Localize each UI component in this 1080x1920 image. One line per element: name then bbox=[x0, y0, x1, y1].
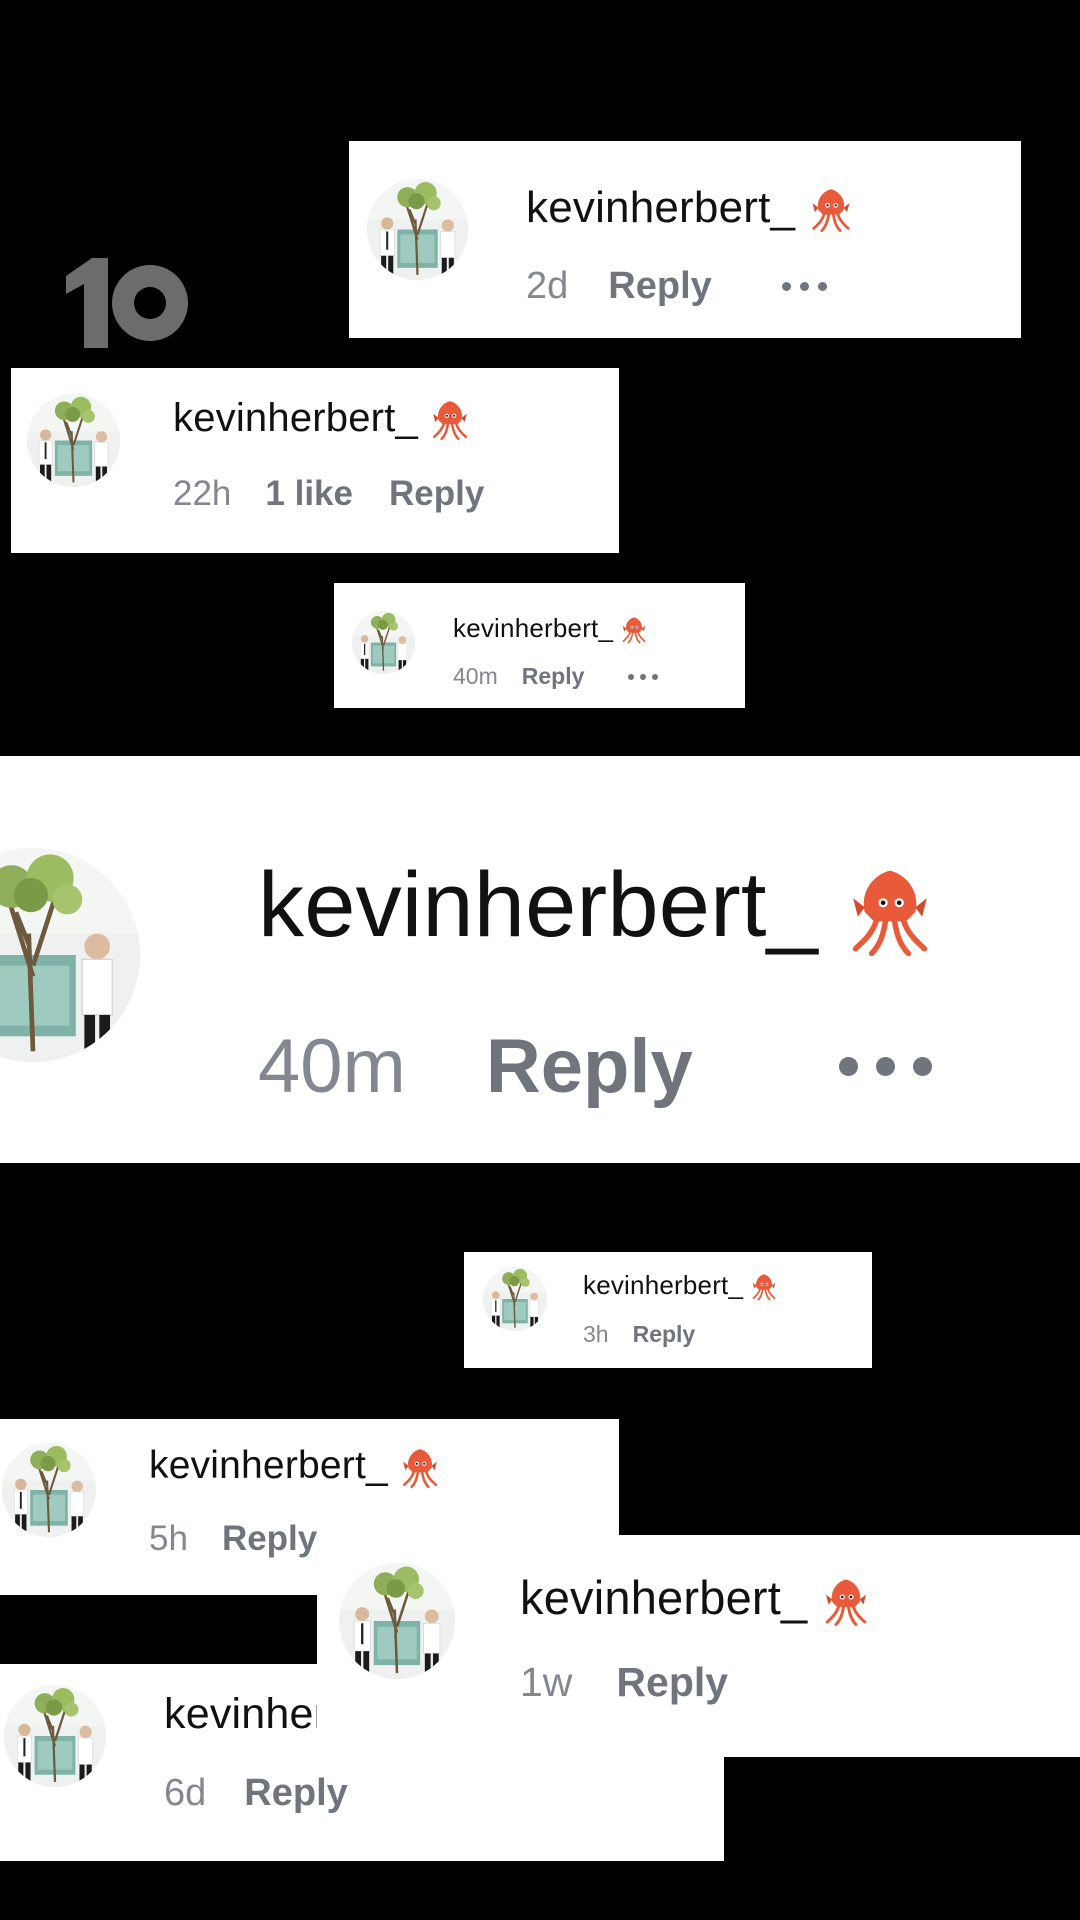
timestamp: 3h bbox=[583, 1321, 609, 1347]
timestamp: 5h bbox=[149, 1519, 188, 1558]
more-options-icon[interactable] bbox=[838, 1057, 932, 1076]
squid-emoji-icon bbox=[429, 399, 471, 441]
timestamp: 2d bbox=[526, 265, 569, 307]
reply-button[interactable]: Reply bbox=[522, 663, 585, 690]
squid-emoji-icon bbox=[399, 1447, 441, 1489]
avatar[interactable] bbox=[4, 1685, 106, 1787]
comment-card: kevinherbert_ 22h 1 like Reply bbox=[11, 368, 619, 553]
avatar[interactable] bbox=[0, 848, 140, 1062]
likes-count[interactable]: 1 like bbox=[265, 474, 353, 514]
squid-emoji-icon bbox=[620, 616, 648, 644]
comment-meta: 1w Reply bbox=[520, 1659, 728, 1706]
comment-card: kevinherbert_ 40m Reply bbox=[334, 583, 745, 708]
timestamp: 22h bbox=[173, 474, 232, 513]
avatar[interactable] bbox=[483, 1267, 547, 1331]
network-ten-logo bbox=[62, 256, 194, 350]
comment-card: kevinherbert_ 40m Reply bbox=[0, 756, 1080, 1163]
comment-meta: 22h 1 like Reply bbox=[173, 474, 484, 514]
username[interactable]: kevinherbert_ bbox=[149, 1444, 441, 1489]
avatar[interactable] bbox=[2, 1443, 96, 1537]
squid-emoji-icon bbox=[844, 866, 936, 958]
comment-meta: 2d Reply bbox=[526, 265, 827, 308]
username[interactable]: kevinherbert_ bbox=[583, 1270, 778, 1301]
timestamp: 40m bbox=[258, 1024, 406, 1109]
avatar[interactable] bbox=[339, 1563, 455, 1679]
timestamp: 40m bbox=[453, 663, 498, 689]
username[interactable]: kevinherbert_ bbox=[526, 183, 854, 233]
avatar[interactable] bbox=[367, 179, 468, 280]
comment-meta: 40m Reply bbox=[453, 663, 659, 690]
username[interactable]: kevinherbert_ bbox=[173, 396, 471, 441]
avatar[interactable] bbox=[352, 611, 415, 674]
more-options-icon[interactable] bbox=[781, 282, 827, 291]
squid-emoji-icon bbox=[808, 187, 854, 233]
comment-card: kevinherbert_ 1w Reply bbox=[317, 1535, 1080, 1757]
more-options-icon[interactable] bbox=[628, 673, 659, 680]
username[interactable]: kevinherbert_ bbox=[520, 1570, 871, 1627]
squid-emoji-icon bbox=[750, 1273, 778, 1301]
reply-button[interactable]: Reply bbox=[389, 474, 484, 514]
username[interactable]: kevinherbert_ bbox=[453, 613, 648, 644]
reply-button[interactable]: Reply bbox=[222, 1519, 317, 1559]
comment-meta: 5h Reply bbox=[149, 1519, 317, 1559]
avatar[interactable] bbox=[27, 394, 120, 487]
comment-meta: 3h Reply bbox=[583, 1321, 695, 1348]
timestamp: 6d bbox=[164, 1772, 207, 1814]
comment-card: kevinherbert_ 3h Reply bbox=[464, 1252, 872, 1368]
reply-button[interactable]: Reply bbox=[608, 265, 711, 308]
comment-meta: 6d Reply bbox=[164, 1772, 348, 1815]
reply-button[interactable]: Reply bbox=[486, 1023, 693, 1110]
squid-emoji-icon bbox=[821, 1577, 871, 1627]
reply-button[interactable]: Reply bbox=[616, 1659, 728, 1706]
timestamp: 1w bbox=[520, 1659, 573, 1705]
comment-meta: 40m Reply bbox=[258, 1023, 932, 1110]
reply-button[interactable]: Reply bbox=[244, 1772, 347, 1815]
reply-button[interactable]: Reply bbox=[633, 1321, 696, 1348]
username[interactable]: kevinherbert_ bbox=[258, 853, 936, 958]
comment-card: kevinherbert_ 2d Reply bbox=[349, 141, 1021, 338]
